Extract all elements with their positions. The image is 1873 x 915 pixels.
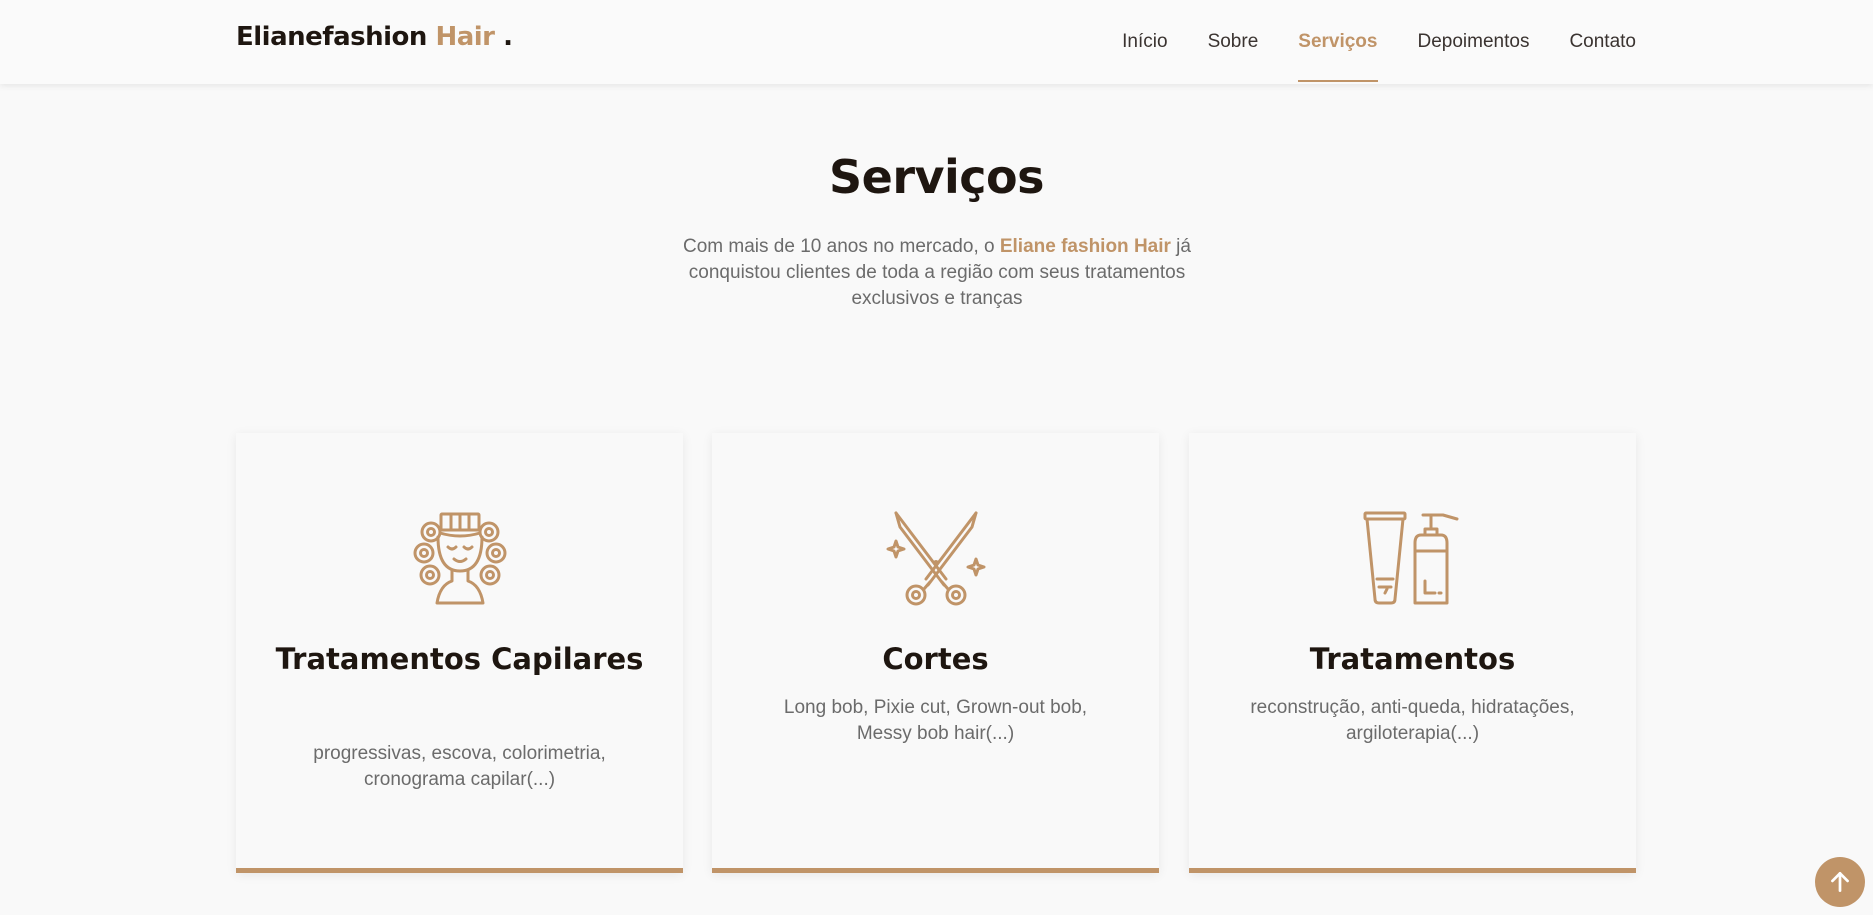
- service-card-description: Long bob, Pixie cut, Grown-out bob, Mess…: [783, 697, 1088, 744]
- intro-brand: Eliane fashion Hair: [999, 236, 1171, 257]
- hair-products-icon: [1363, 511, 1458, 605]
- logo-accent: Hair: [435, 22, 495, 52]
- section-intro: Com mais de 10 anos no mercado, o Eliane…: [652, 234, 1222, 312]
- site-header: Elianefashion Hair . Início Sobre Serviç…: [0, 0, 1873, 84]
- service-card-tratamentos-capilares: Tratamentos Capilares progressivas, esco…: [236, 433, 683, 873]
- logo-dot: .: [503, 22, 513, 52]
- nav-servicos[interactable]: Serviços: [1298, 0, 1378, 84]
- logo[interactable]: Elianefashion Hair .: [236, 22, 513, 52]
- service-card-title: Tratamentos: [1309, 642, 1516, 676]
- main-nav: Início Sobre Serviços Depoimentos Contat…: [1122, 0, 1636, 84]
- service-card-description: reconstrução, anti-queda, hidratações, a…: [1250, 697, 1575, 744]
- hair-curlers-icon: [413, 512, 506, 605]
- nav-sobre[interactable]: Sobre: [1208, 0, 1259, 84]
- nav-inicio[interactable]: Início: [1122, 0, 1167, 84]
- intro-text-before: Com mais de 10 anos no mercado, o: [683, 236, 1000, 257]
- logo-main: Elianefashion: [236, 22, 427, 52]
- nav-contato[interactable]: Contato: [1569, 0, 1636, 84]
- section-title: Serviços: [828, 150, 1045, 204]
- nav-depoimentos[interactable]: Depoimentos: [1418, 0, 1530, 84]
- service-card-title: Tratamentos Capilares: [275, 642, 644, 676]
- service-card-description: progressivas, escova, colorimetria, cron…: [313, 743, 606, 790]
- service-card-cortes: Cortes Long bob, Pixie cut, Grown-out bo…: [712, 433, 1159, 873]
- scroll-to-top-button[interactable]: [1815, 857, 1865, 907]
- scissors-icon: [886, 511, 985, 606]
- arrow-up-icon: [1831, 871, 1849, 893]
- service-card-title: Cortes: [882, 642, 989, 676]
- service-card-tratamentos: Tratamentos reconstrução, anti-queda, hi…: [1189, 433, 1636, 873]
